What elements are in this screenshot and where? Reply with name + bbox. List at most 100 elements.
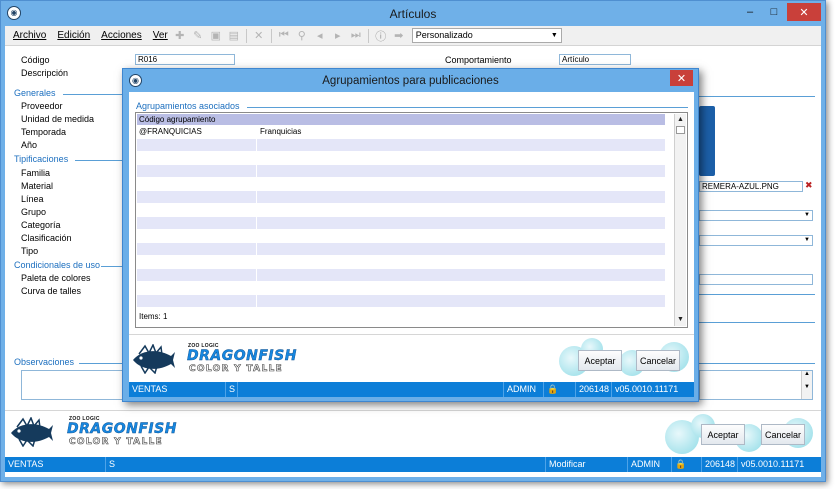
scroll-down-icon[interactable]: ▼	[675, 314, 686, 325]
table-row[interactable]	[137, 178, 665, 190]
table-row[interactable]	[137, 204, 665, 216]
label-proveedor: Proveedor	[21, 101, 63, 111]
observaciones-textarea[interactable]	[21, 370, 126, 400]
status-user: ADMIN	[503, 382, 543, 397]
prev-icon[interactable]: ◂	[312, 28, 328, 44]
table-row[interactable]	[137, 217, 665, 229]
agrupamientos-grid: Código agrupamiento @FRANQUICIAS Franqui…	[135, 112, 688, 328]
table-row[interactable]	[137, 152, 665, 164]
grid-column-header[interactable]: Código agrupamiento	[137, 114, 665, 125]
clear-image-icon[interactable]: ✖	[805, 180, 813, 191]
aceptar-button[interactable]: Aceptar	[701, 424, 745, 445]
close-icon: ✕	[676, 72, 687, 85]
cell-desc[interactable]	[258, 269, 665, 281]
dragonfish-logo: ZOO LOGIC DRAGONFISH COLOR Y TALLE	[9, 415, 189, 449]
status-code: 206148	[701, 457, 737, 472]
comportamiento-label: Comportamiento	[445, 55, 512, 65]
scroll-thumb[interactable]	[676, 126, 685, 134]
cell-code[interactable]	[137, 230, 257, 242]
cell-desc[interactable]	[258, 139, 665, 151]
dialog-cancelar-button[interactable]: Cancelar	[636, 350, 680, 371]
cell-desc[interactable]	[258, 178, 665, 190]
table-row[interactable]	[137, 282, 665, 294]
maximize-button[interactable]: □	[763, 3, 785, 21]
grid-scrollbar[interactable]: ▲ ▼	[674, 114, 686, 326]
cell-code[interactable]	[137, 256, 257, 268]
cell-desc[interactable]	[258, 152, 665, 164]
dialog-aceptar-button[interactable]: Aceptar	[578, 350, 622, 371]
menu-archivo[interactable]: Archivo	[13, 30, 46, 41]
cell-desc[interactable]	[258, 230, 665, 242]
label-unidad-medida: Unidad de medida	[21, 114, 95, 124]
cell-desc[interactable]	[258, 243, 665, 255]
divider	[129, 334, 694, 335]
cell-desc[interactable]	[258, 217, 665, 229]
table-row[interactable]	[137, 295, 665, 307]
image-file-field[interactable]: REMERA-AZUL.PNG	[699, 181, 803, 192]
status-mode: Modificar	[545, 457, 627, 472]
cell-code[interactable]	[137, 269, 257, 281]
dialog-close-button[interactable]: ✕	[670, 70, 693, 86]
dropdown-field-2[interactable]: ▼	[699, 235, 813, 246]
label-paleta-colores: Paleta de colores	[21, 273, 91, 283]
save-as-icon[interactable]: ▤	[226, 28, 242, 44]
cancelar-button[interactable]: Cancelar	[761, 424, 805, 445]
edit-icon[interactable]: ✎	[190, 28, 206, 44]
table-row[interactable]	[137, 256, 665, 268]
close-button[interactable]: ✕	[787, 3, 821, 21]
save-icon[interactable]: ▣	[208, 28, 224, 44]
search-icon[interactable]: ⚲	[294, 28, 310, 44]
cell-code[interactable]: @FRANQUICIAS	[137, 126, 257, 138]
next-icon[interactable]: ▸	[330, 28, 346, 44]
menu-edicion[interactable]: Edición	[57, 30, 90, 41]
text-field-1[interactable]	[699, 274, 813, 285]
info-icon[interactable]: ⓘ	[373, 28, 389, 44]
cell-code[interactable]	[137, 282, 257, 294]
cell-desc[interactable]	[258, 295, 665, 307]
first-icon[interactable]: ⏮	[276, 28, 292, 44]
cell-desc[interactable]	[258, 256, 665, 268]
cell-desc[interactable]	[258, 165, 665, 177]
view-select[interactable]: Personalizado ▼	[411, 28, 562, 43]
forward-icon[interactable]: ➡	[391, 28, 407, 44]
new-icon[interactable]: ✚	[172, 28, 188, 44]
lock-icon: 🔒	[671, 457, 701, 472]
codigo-field[interactable]: R016	[135, 54, 235, 65]
table-row[interactable]: @FRANQUICIAS Franquicias	[137, 126, 665, 138]
cell-code[interactable]	[137, 152, 257, 164]
label-material: Material	[21, 181, 54, 191]
label-tipo: Tipo	[21, 246, 39, 256]
cell-code[interactable]	[137, 295, 257, 307]
cell-code[interactable]	[137, 243, 257, 255]
last-icon[interactable]: ⏭	[348, 28, 364, 44]
table-row[interactable]	[137, 191, 665, 203]
dropdown-field-1[interactable]: ▼	[699, 210, 813, 221]
cell-code[interactable]	[137, 204, 257, 216]
menu-acciones[interactable]: Acciones	[101, 30, 142, 41]
table-row[interactable]	[137, 139, 665, 151]
cell-desc[interactable]	[258, 191, 665, 203]
table-row[interactable]	[137, 165, 665, 177]
delete-icon[interactable]: ✕	[251, 28, 267, 44]
cell-code[interactable]	[137, 165, 257, 177]
minimize-button[interactable]: –	[739, 3, 761, 21]
cell-code[interactable]	[137, 191, 257, 203]
table-row[interactable]	[137, 243, 665, 255]
cell-desc[interactable]	[258, 204, 665, 216]
menu-ver[interactable]: Ver	[153, 30, 168, 41]
scrollbar[interactable]: ▲ ▼	[801, 371, 812, 399]
cell-desc[interactable]	[258, 282, 665, 294]
cell-code[interactable]	[137, 139, 257, 151]
cell-code[interactable]	[137, 178, 257, 190]
section-observaciones: Observaciones	[14, 357, 75, 367]
scroll-down-icon[interactable]: ▼	[802, 384, 812, 390]
comportamiento-select[interactable]: Artículo	[559, 54, 631, 65]
observaciones-textarea-right[interactable]	[699, 370, 813, 400]
table-row[interactable]	[137, 269, 665, 281]
section-generales: Generales	[14, 88, 56, 98]
scroll-up-icon[interactable]: ▲	[802, 371, 812, 377]
table-row[interactable]	[137, 230, 665, 242]
cell-code[interactable]	[137, 217, 257, 229]
scroll-up-icon[interactable]: ▲	[675, 114, 686, 125]
cell-desc[interactable]: Franquicias	[258, 126, 665, 138]
